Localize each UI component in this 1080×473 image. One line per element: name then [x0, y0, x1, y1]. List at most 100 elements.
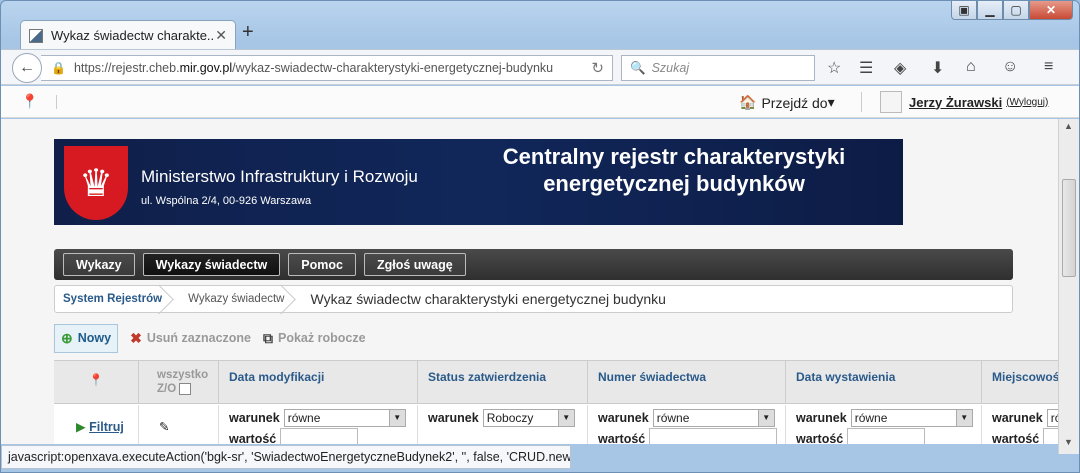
condition-select[interactable]: ró — [1046, 408, 1058, 427]
chevron-down-icon: ▼ — [557, 409, 574, 426]
column-header[interactable]: Numer świadectwa — [588, 361, 786, 404]
new-button[interactable]: ⊕ Nowy — [54, 323, 119, 353]
condition-value: równe — [854, 410, 888, 425]
zo-label: Z/O — [157, 383, 177, 395]
url-domain: mir.gov.pl — [179, 61, 233, 75]
filter-column: warunek równe ▼ wartość — [588, 405, 786, 444]
header-banner: ♛ Ministerstwo Infrastruktury i Rozwoju … — [54, 139, 903, 225]
coat-of-arms-icon: ♛ — [64, 146, 128, 220]
search-icon: 🔍 — [630, 60, 646, 75]
tab-title: Wykaz świadectw charakte... — [51, 28, 216, 43]
avatar — [880, 91, 902, 113]
filter-column: warunek równe ▼ wartość — [786, 405, 982, 444]
scroll-up-icon[interactable]: ▲ — [1064, 121, 1073, 131]
cond-label: warunek — [992, 410, 1043, 425]
url-prefix: https://rejestr.cheb. — [73, 61, 180, 75]
value-label: wartość — [229, 431, 277, 445]
condition-select[interactable]: równe ▼ — [652, 408, 775, 427]
status-select[interactable]: Roboczy ▼ — [482, 408, 575, 427]
pin-icon[interactable]: 📍 — [21, 93, 38, 110]
logout-link[interactable]: (Wyloguj) — [1006, 97, 1048, 108]
main-menu: Wykazy Wykazy świadectw Pomoc Zgłoś uwag… — [54, 249, 1013, 280]
search-field[interactable]: 🔍 Szukaj — [621, 55, 815, 81]
action-toolbar: ⊕ Nowy ✖ Usuń zaznaczone ⧉ Pokaż robocze — [54, 323, 1058, 353]
reload-icon[interactable]: ↻ — [591, 59, 604, 77]
all-label: wszystko — [157, 369, 209, 381]
condition-select[interactable]: równe ▼ — [850, 408, 973, 427]
reading-list-icon[interactable]: ☰ — [859, 58, 873, 78]
menu-item-pomoc[interactable]: Pomoc — [288, 253, 356, 276]
close-tab-icon[interactable]: ✕ — [215, 27, 227, 44]
tab-strip: Wykaz świadectw charakte... ✕ + — [1, 15, 1079, 50]
vertical-scrollbar[interactable]: ▲ ▼ — [1058, 119, 1079, 454]
drafts-icon: ⧉ — [263, 329, 273, 346]
download-icon[interactable]: ⬇ — [931, 58, 944, 78]
show-drafts-label: Pokaż robocze — [278, 331, 366, 345]
chevron-down-icon: ▾ — [827, 94, 835, 110]
pocket-icon[interactable]: ◈ — [894, 58, 906, 78]
breadcrumb-item[interactable]: Wykazy świadectw — [180, 286, 302, 312]
filter-column: warunek Roboczy ▼ — [418, 405, 588, 444]
filter-column: warunek ró wartość — [982, 405, 1058, 444]
filter-column: warunek równe ▼ wartość — [219, 405, 418, 444]
filter-link[interactable]: Filtruj — [89, 420, 124, 434]
home-icon[interactable]: ⌂ — [966, 58, 976, 76]
show-drafts-button[interactable]: ⧉ Pokaż robocze — [263, 330, 366, 347]
menu-icon[interactable]: ≡ — [1044, 58, 1053, 76]
breadcrumb-item[interactable]: System Rejestrów — [55, 286, 180, 312]
value-input[interactable] — [1043, 427, 1058, 444]
select-all-checkbox[interactable] — [179, 383, 192, 395]
delete-x-icon: ✖ — [130, 329, 142, 346]
delete-selected-button[interactable]: ✖ Usuń zaznaczone — [130, 330, 251, 347]
chevron-down-icon: ▼ — [757, 409, 774, 426]
chevron-down-icon: ▼ — [388, 409, 405, 426]
eraser-cell: ✎ — [139, 405, 219, 444]
value-label: wartość — [796, 431, 844, 445]
value-input[interactable] — [847, 427, 926, 444]
banner-title: Centralny rejestr charakterystyki energe… — [502, 144, 846, 196]
goto-menu[interactable]: 🏠 Przejdź do ▾ — [739, 94, 835, 111]
column-header[interactable]: Data wystawienia — [786, 361, 982, 404]
new-label: Nowy — [77, 331, 112, 345]
condition-value: równe — [287, 410, 321, 425]
cond-label: warunek — [428, 410, 479, 425]
value-label: wartość — [992, 431, 1040, 445]
delete-label: Usuń zaznaczone — [146, 331, 251, 345]
scroll-thumb[interactable] — [1062, 179, 1076, 277]
condition-value: równe — [656, 410, 690, 425]
menu-item-zglos-uwage[interactable]: Zgłoś uwagę — [363, 253, 466, 276]
pin-header: 📍 — [54, 361, 139, 404]
lock-icon: 🔒 — [51, 61, 66, 75]
value-input[interactable] — [649, 427, 778, 444]
page-content: ♛ Ministerstwo Infrastruktury i Rozwoju … — [1, 119, 1058, 444]
search-placeholder: Szukaj — [651, 61, 690, 75]
pin-icon[interactable]: 📍 — [89, 373, 104, 387]
cond-label: warunek — [598, 410, 649, 425]
column-header[interactable]: Data modyfikacji — [219, 361, 418, 404]
separator — [861, 92, 862, 112]
address-bar[interactable]: 🔒 https://rejestr.cheb. mir.gov.pl/wykaz-… — [41, 55, 613, 81]
user-info: Jerzy Żurawski (Wyloguj) — [880, 91, 1048, 113]
new-tab-icon[interactable]: + — [242, 21, 254, 44]
menu-item-wykazy-swiadectw[interactable]: Wykazy świadectw — [142, 253, 281, 276]
bookmark-star-icon[interactable]: ☆ — [827, 58, 841, 78]
back-button[interactable]: ← — [12, 53, 42, 83]
browser-tab[interactable]: Wykaz świadectw charakte... ✕ — [20, 20, 236, 50]
column-header[interactable]: Status zatwierdzenia — [418, 361, 588, 404]
hello-icon[interactable]: ☺ — [1002, 58, 1018, 76]
menu-item-wykazy[interactable]: Wykazy — [63, 253, 135, 276]
page-favicon-icon — [29, 28, 43, 43]
bookmarks-bar: 📍 🏠 Przejdź do ▾ Jerzy Żurawski (Wyloguj… — [1, 86, 1079, 118]
value-label: wartość — [598, 431, 646, 445]
value-input[interactable] — [280, 427, 359, 444]
condition-value: ró — [1050, 410, 1058, 425]
page-title: Wykaz świadectw charakterystyki energety… — [310, 291, 666, 307]
condition-select[interactable]: równe ▼ — [283, 408, 406, 427]
separator — [56, 95, 57, 109]
scroll-down-icon[interactable]: ▼ — [1064, 437, 1073, 447]
user-name[interactable]: Jerzy Żurawski — [909, 95, 1002, 110]
navigation-bar: 🔒 https://rejestr.cheb. mir.gov.pl/wykaz-… — [1, 49, 1079, 85]
column-header[interactable]: Miejscowość — [982, 361, 1058, 404]
list-grid: 📍 wszystko Z/O Data modyfikacji Status z… — [54, 360, 1058, 444]
eraser-icon[interactable]: ✎ — [159, 420, 169, 434]
